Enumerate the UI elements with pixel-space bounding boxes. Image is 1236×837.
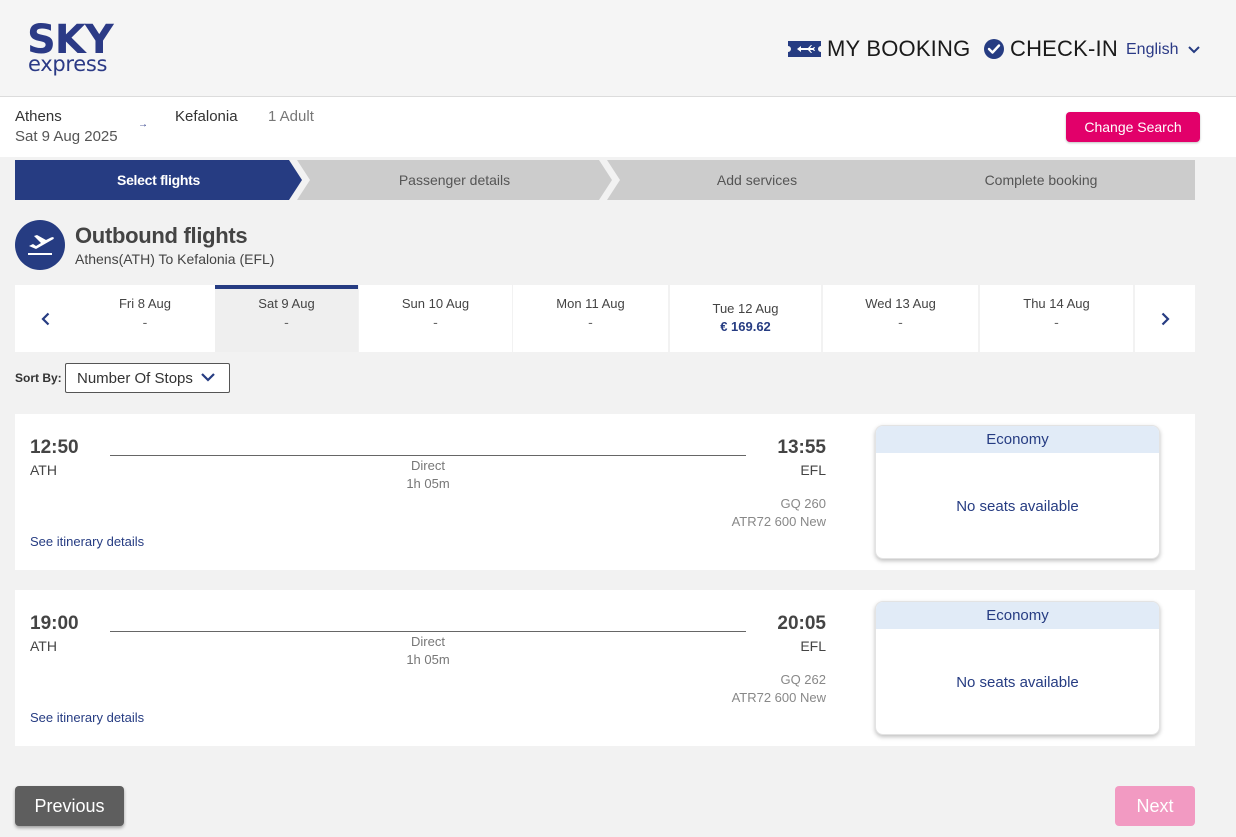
flight-card: 19:00 ATH Direct 1h 05m 20:05 EFL GQ 262…: [15, 590, 1195, 746]
previous-dates-button[interactable]: [15, 285, 75, 352]
step-select-flights: Select flights: [15, 160, 302, 200]
date-option-wed-13-aug[interactable]: Wed 13 Aug -: [823, 285, 978, 352]
date-option-tue-12-aug[interactable]: Tue 12 Aug € 169.62: [670, 285, 821, 352]
arrival-time: 20:05: [777, 613, 826, 634]
economy-fare-box[interactable]: Economy No seats available: [875, 425, 1160, 559]
date-option-sat-9-aug[interactable]: Sat 9 Aug -: [215, 285, 358, 352]
travel-date: Sat 9 Aug 2025: [15, 128, 118, 145]
flight-duration: 1h 05m: [406, 476, 450, 491]
departure-airport: ATH: [30, 638, 57, 654]
aircraft-type: ATR72 600 New: [731, 690, 826, 705]
step-add-services: Add services: [607, 160, 907, 200]
date-option-fri-8-aug[interactable]: Fri 8 Aug -: [75, 285, 215, 352]
step-complete-booking: Complete booking: [887, 160, 1195, 200]
date-label: Sat 9 Aug: [258, 296, 315, 311]
date-label: Mon 11 Aug: [556, 296, 625, 311]
arrival-airport: EFL: [800, 462, 826, 478]
date-price: -: [898, 314, 903, 330]
next-button[interactable]: Next: [1115, 786, 1195, 826]
language-label: English: [1126, 41, 1179, 58]
next-dates-button[interactable]: [1135, 285, 1195, 352]
site-header: SKY express MY BOOKING CHECK-IN English: [0, 0, 1236, 97]
route-line: [110, 631, 746, 632]
my-booking-label: MY BOOKING: [827, 36, 971, 61]
date-option-thu-14-aug[interactable]: Thu 14 Aug -: [980, 285, 1133, 352]
aircraft-type: ATR72 600 New: [731, 514, 826, 529]
date-label: Fri 8 Aug: [118, 296, 172, 311]
departure-time: 19:00: [30, 613, 79, 634]
fare-class-label: Economy: [876, 426, 1159, 453]
plane-departure-icon: [15, 220, 65, 270]
departure-airport: ATH: [30, 462, 57, 478]
flight-number: GQ 260: [780, 496, 826, 511]
date-label: Wed 13 Aug: [865, 296, 936, 311]
chevron-left-icon: [40, 312, 49, 325]
date-price: -: [284, 314, 289, 330]
arrival-airport: EFL: [800, 638, 826, 654]
logo-wordmark-bottom: express: [28, 52, 108, 76]
date-price: -: [433, 314, 438, 330]
fare-availability: No seats available: [956, 498, 1079, 515]
page-title: Outbound flights: [75, 223, 248, 248]
sort-selected-value: Number Of Stops: [77, 369, 193, 387]
flight-number: GQ 262: [780, 672, 826, 687]
flight-card: 12:50 ATH Direct 1h 05m 13:55 EFL GQ 260…: [15, 414, 1195, 570]
ticket-icon: [788, 41, 821, 57]
date-label: Sun 10 Aug: [401, 296, 470, 311]
search-summary: Athens Sat 9 Aug 2025 → Kefalonia 1 Adul…: [0, 97, 1236, 157]
fare-class-label: Economy: [876, 602, 1159, 629]
date-label: Tue 12 Aug: [712, 301, 779, 316]
chevron-right-icon: [1161, 312, 1170, 325]
economy-fare-box[interactable]: Economy No seats available: [875, 601, 1160, 735]
stops-label: Direct: [411, 458, 445, 473]
date-option-sun-10-aug[interactable]: Sun 10 Aug -: [359, 285, 512, 352]
chevron-down-icon: [1188, 46, 1201, 54]
destination-city: Kefalonia: [175, 108, 238, 125]
stops-label: Direct: [411, 634, 445, 649]
fare-availability: No seats available: [956, 674, 1079, 691]
booking-progress-steps: Select flights Passenger details Add ser…: [15, 160, 1195, 200]
route-arrow-icon: →: [138, 119, 148, 130]
date-price: € 169.62: [720, 319, 771, 334]
departure-time: 12:50: [30, 437, 79, 458]
route-subtitle: Athens(ATH) To Kefalonia (EFL): [75, 251, 275, 267]
step-passenger-details: Passenger details: [297, 160, 612, 200]
chevron-down-icon: [201, 373, 215, 382]
itinerary-details-link[interactable]: See itinerary details: [30, 534, 144, 549]
passenger-count: 1 Adult: [268, 108, 314, 125]
flight-duration: 1h 05m: [406, 652, 450, 667]
sky-express-logo[interactable]: SKY express: [27, 20, 122, 80]
date-price: -: [142, 314, 148, 330]
date-price: -: [1054, 314, 1059, 330]
previous-button[interactable]: Previous: [15, 786, 124, 826]
check-circle-icon: [984, 39, 1004, 59]
date-price: -: [588, 314, 593, 330]
check-in-label: CHECK-IN: [1010, 36, 1118, 61]
date-label: Thu 14 Aug: [1023, 296, 1090, 311]
language-selector[interactable]: English: [1126, 38, 1201, 62]
check-in-link[interactable]: CHECK-IN: [984, 33, 1118, 65]
change-search-button[interactable]: Change Search: [1066, 112, 1200, 142]
date-carousel: Fri 8 Aug - Sat 9 Aug - Sun 10 Aug - Mon…: [15, 285, 1195, 352]
itinerary-details-link[interactable]: See itinerary details: [30, 710, 144, 725]
origin-city: Athens: [15, 108, 62, 125]
my-booking-link[interactable]: MY BOOKING: [788, 33, 970, 65]
route-line: [110, 455, 746, 456]
arrival-time: 13:55: [777, 437, 826, 458]
sort-select[interactable]: Number Of Stops: [65, 363, 230, 393]
date-option-mon-11-aug[interactable]: Mon 11 Aug -: [513, 285, 668, 352]
sort-label: Sort By:: [15, 371, 62, 385]
